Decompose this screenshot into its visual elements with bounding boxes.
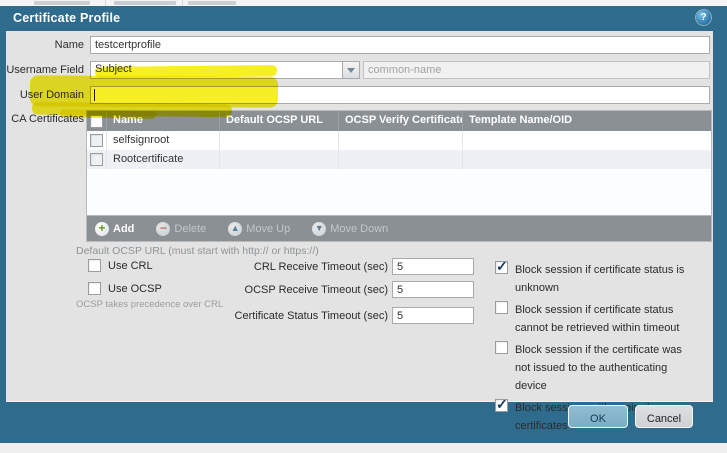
background-text-fragment — [34, 1, 90, 5]
cell-name: selfsignroot — [107, 131, 220, 150]
dialog-body: Name Username Field Subject User Domain … — [6, 31, 713, 402]
dialog-title: Certificate Profile — [13, 11, 120, 25]
add-button-label: Add — [113, 223, 134, 235]
background-text-fragment — [114, 1, 176, 5]
move-down-button: ▼ Move Down — [312, 222, 388, 236]
ca-certificates-table: Name Default OCSP URL OCSP Verify Certif… — [86, 110, 712, 216]
table-toolbar: + Add − Delete ▲ Move Up ▼ Move Down — [86, 216, 712, 242]
row-checkbox[interactable] — [90, 134, 103, 147]
name-input[interactable] — [90, 36, 710, 54]
user-domain-input[interactable] — [90, 86, 710, 104]
cell-default-ocsp-url — [220, 150, 339, 169]
move-down-button-label: Move Down — [330, 223, 388, 235]
add-button[interactable]: + Add — [95, 222, 134, 236]
block-option-row: Block session if the certificate was not… — [495, 341, 701, 395]
ca-certificates-label: CA Certificates — [6, 113, 84, 125]
username-field-label: Username Field — [6, 64, 84, 76]
delete-button: − Delete — [156, 222, 206, 236]
block-not-issued-checkbox[interactable] — [495, 341, 508, 354]
dialog-titlebar: Certificate Profile ? — [0, 6, 727, 31]
move-up-arrow-icon: ▲ — [228, 222, 242, 236]
row-checkbox-cell — [87, 131, 107, 150]
cell-ocsp-verify-certificate — [339, 131, 463, 150]
cell-template-name-oid — [463, 131, 711, 150]
ocsp-precedence-note: OCSP takes precedence over CRL — [76, 299, 223, 310]
certificate-status-timeout-input[interactable] — [392, 307, 474, 324]
block-timeout-checkbox[interactable] — [495, 301, 508, 314]
crl-receive-timeout-input[interactable] — [392, 258, 474, 275]
use-crl-checkbox[interactable] — [88, 259, 101, 272]
use-ocsp-checkbox[interactable] — [88, 282, 101, 295]
name-label: Name — [6, 39, 84, 51]
row-checkbox[interactable] — [90, 153, 103, 166]
text-cursor — [94, 89, 95, 101]
move-up-button: ▲ Move Up — [228, 222, 290, 236]
block-status-unknown-checkbox[interactable] — [495, 261, 508, 274]
cancel-button[interactable]: Cancel — [635, 405, 693, 428]
user-domain-label: User Domain — [6, 89, 84, 101]
add-plus-icon: + — [95, 222, 109, 236]
table-row[interactable]: Rootcertificate — [87, 150, 711, 169]
table-header-row: Name Default OCSP URL OCSP Verify Certif… — [87, 111, 711, 131]
block-option-row: Block session if certificate status cann… — [495, 301, 701, 337]
row-checkbox-cell — [87, 150, 107, 169]
column-header-default-ocsp-url[interactable]: Default OCSP URL — [220, 111, 339, 131]
column-header-template-name-oid[interactable]: Template Name/OID — [463, 111, 711, 131]
certificate-status-timeout-label: Certificate Status Timeout (sec) — [106, 310, 388, 322]
move-up-button-label: Move Up — [246, 223, 290, 235]
ocsp-receive-timeout-input[interactable] — [392, 281, 474, 298]
column-header-name[interactable]: Name — [107, 111, 220, 131]
dialog-footer: OK Cancel — [0, 402, 727, 443]
cell-default-ocsp-url — [220, 131, 339, 150]
help-icon[interactable]: ? — [696, 10, 711, 25]
username-attribute-input — [363, 61, 710, 79]
username-field-dropdown-button[interactable] — [343, 61, 360, 79]
delete-minus-icon: − — [156, 222, 170, 236]
header-checkbox-cell — [87, 111, 107, 131]
column-header-ocsp-verify-certificate[interactable]: OCSP Verify Certificate — [339, 111, 463, 131]
table-row[interactable]: selfsignroot — [87, 131, 711, 150]
delete-button-label: Delete — [174, 223, 206, 235]
block-option-label: Block session if certificate status cann… — [515, 301, 697, 337]
cell-name: Rootcertificate — [107, 150, 220, 169]
screen: Certificate Profile ? Name Username Fiel… — [0, 0, 727, 453]
default-ocsp-url-note: Default OCSP URL (must start with http:/… — [76, 245, 319, 257]
block-option-row: Block session if certificate status is u… — [495, 261, 701, 297]
cell-template-name-oid — [463, 150, 711, 169]
block-option-label: Block session if the certificate was not… — [515, 341, 697, 395]
move-down-arrow-icon: ▼ — [312, 222, 326, 236]
block-option-label: Block session if certificate status is u… — [515, 261, 697, 297]
select-all-checkbox[interactable] — [90, 115, 103, 128]
ok-button[interactable]: OK — [568, 405, 628, 428]
background-text-fragment — [188, 1, 236, 5]
ocsp-receive-timeout-label: OCSP Receive Timeout (sec) — [106, 284, 388, 296]
username-field-select[interactable]: Subject — [90, 61, 343, 79]
crl-receive-timeout-label: CRL Receive Timeout (sec) — [106, 261, 388, 273]
certificate-profile-dialog: Certificate Profile ? Name Username Fiel… — [0, 6, 727, 443]
cell-ocsp-verify-certificate — [339, 150, 463, 169]
chevron-down-icon — [347, 68, 355, 73]
